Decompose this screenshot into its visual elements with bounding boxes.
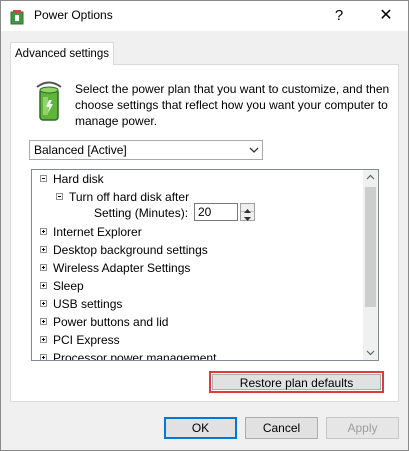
tree-item-label: Wireless Adapter Settings — [53, 261, 191, 275]
tree-item-hard-disk[interactable]: Hard disk — [40, 171, 104, 189]
collapse-icon[interactable] — [40, 175, 47, 183]
tree-item-label: Desktop background settings — [53, 243, 208, 257]
scroll-up-button[interactable] — [363, 170, 378, 185]
collapse-icon[interactable] — [56, 193, 63, 201]
apply-button[interactable]: Apply — [326, 417, 399, 439]
expand-icon[interactable] — [40, 228, 47, 236]
close-button[interactable]: ✕ — [364, 1, 408, 31]
tree-item-label: PCI Express — [53, 333, 120, 347]
tree-item-label: Processor power management — [53, 351, 217, 361]
tree-item-internet-explorer[interactable]: Internet Explorer — [40, 224, 142, 242]
settings-tree[interactable]: Hard disk Turn off hard disk after Setti… — [31, 169, 379, 361]
expand-icon[interactable] — [40, 336, 47, 344]
tree-item-label: USB settings — [53, 297, 123, 311]
tab-advanced-settings[interactable]: Advanced settings — [10, 42, 114, 65]
restore-highlight: Restore plan defaults — [209, 371, 384, 393]
tree-item-turn-off-hard-disk[interactable]: Turn off hard disk after — [56, 189, 189, 207]
expand-icon[interactable] — [40, 300, 47, 308]
window-title: Power Options — [34, 8, 113, 22]
tree-item-label: Hard disk — [53, 172, 104, 186]
tree-item-wireless-adapter[interactable]: Wireless Adapter Settings — [40, 260, 190, 278]
tree-item-usb-settings[interactable]: USB settings — [40, 296, 122, 314]
minutes-input[interactable]: 20 — [194, 203, 238, 221]
tree-item-label: Turn off hard disk after — [69, 190, 190, 204]
battery-icon — [36, 81, 62, 121]
minutes-spinner — [240, 203, 255, 221]
tree-item-label: Sleep — [53, 279, 84, 293]
chevron-down-icon — [366, 350, 375, 356]
advanced-settings-panel: Select the power plan that you want to c… — [10, 64, 399, 402]
expand-icon[interactable] — [40, 354, 47, 360]
tree-item-processor-power[interactable]: Processor power management — [40, 350, 217, 361]
help-button[interactable]: ? — [321, 1, 357, 31]
chevron-up-icon — [366, 174, 375, 180]
expand-icon[interactable] — [40, 264, 47, 272]
restore-plan-defaults-button[interactable]: Restore plan defaults — [212, 374, 381, 390]
tree-item-pci-express[interactable]: PCI Express — [40, 332, 120, 350]
vertical-scrollbar[interactable] — [363, 170, 378, 360]
scroll-down-button[interactable] — [363, 345, 378, 360]
selected-plan: Balanced [Active] — [34, 143, 127, 157]
power-options-icon — [10, 10, 24, 25]
setting-minutes-label: Setting (Minutes): — [94, 206, 189, 220]
tree-item-desktop-background[interactable]: Desktop background settings — [40, 242, 208, 260]
power-plan-dropdown[interactable]: Balanced [Active] — [29, 140, 263, 160]
power-options-window: Power Options ? ✕ Advanced settings Sele… — [0, 0, 409, 451]
tree-item-sleep[interactable]: Sleep — [40, 278, 84, 296]
description-text: Select the power plan that you want to c… — [75, 82, 390, 128]
tree-item-label: Power buttons and lid — [53, 315, 169, 329]
chevron-down-icon — [249, 147, 259, 153]
ok-button[interactable]: OK — [164, 417, 237, 439]
expand-icon[interactable] — [40, 282, 47, 290]
expand-icon[interactable] — [40, 246, 47, 254]
expand-icon[interactable] — [40, 318, 47, 326]
scrollbar-thumb[interactable] — [365, 187, 376, 307]
cancel-button[interactable]: Cancel — [245, 417, 318, 439]
title-bar[interactable]: Power Options ? ✕ — [1, 1, 408, 31]
tree-item-power-buttons[interactable]: Power buttons and lid — [40, 314, 168, 332]
tree-item-label: Internet Explorer — [53, 225, 142, 239]
arrow-down-icon — [244, 217, 251, 221]
spin-up-button[interactable] — [241, 204, 254, 213]
spin-down-button[interactable] — [241, 212, 254, 221]
